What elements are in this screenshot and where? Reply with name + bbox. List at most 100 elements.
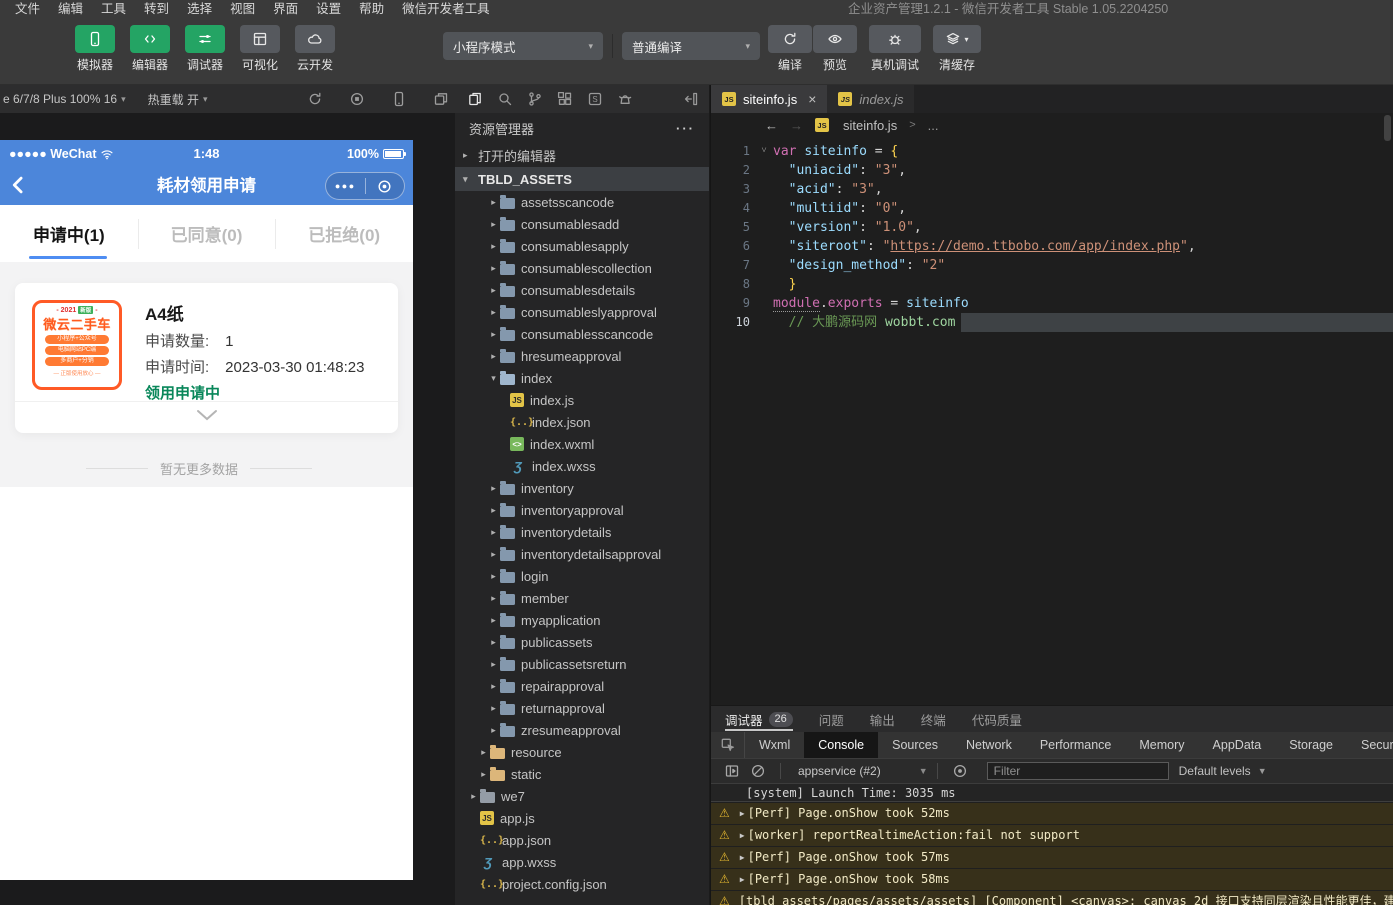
expand-arrow-icon[interactable]: ▶ xyxy=(740,827,745,844)
extensions-icon[interactable] xyxy=(557,91,573,107)
mode-select[interactable]: 小程序模式 ▾ xyxy=(443,32,603,60)
editor-tab-siteinfo.js[interactable]: JSsiteinfo.js× xyxy=(711,85,827,113)
menu-item-9[interactable]: 微信开发者工具 xyxy=(393,0,499,18)
menu-item-3[interactable]: 转到 xyxy=(135,0,178,18)
nav-back-icon[interactable]: ← xyxy=(765,118,778,133)
inspect-element-icon[interactable] xyxy=(711,732,745,758)
live-expression-icon[interactable] xyxy=(952,763,968,779)
tree-item-consumablesapply[interactable]: ▸consumablesapply xyxy=(455,235,709,257)
console-warning-row[interactable]: ⚠▶[Perf] Page.onShow took 57ms xyxy=(711,846,1393,868)
sidebar-toggle-icon[interactable] xyxy=(724,763,740,779)
editor-tab-index.js[interactable]: JSindex.js xyxy=(827,85,914,113)
devtools-tab-security[interactable]: Security xyxy=(1347,732,1393,758)
collapse-sidebar-icon[interactable] xyxy=(683,91,699,107)
tree-item-repairapproval[interactable]: ▸repairapproval xyxy=(455,675,709,697)
menu-item-4[interactable]: 选择 xyxy=(178,0,221,18)
tree-item-app.json[interactable]: {..}app.json xyxy=(455,829,709,851)
action-button-refresh[interactable]: 编译 xyxy=(768,25,812,73)
tree-item-we7[interactable]: ▸we7 xyxy=(455,785,709,807)
menu-item-1[interactable]: 编辑 xyxy=(49,0,92,18)
clear-console-icon[interactable] xyxy=(750,763,766,779)
code-line-2[interactable]: 2 "uniacid": "3", xyxy=(711,161,1393,180)
tree-item-app.wxss[interactable]: Ʒapp.wxss xyxy=(455,851,709,873)
devtools-tab-console[interactable]: Console xyxy=(804,732,878,758)
restart-icon[interactable] xyxy=(307,91,323,107)
more-menu-icon[interactable]: ●●● xyxy=(326,181,365,191)
expand-arrow-icon[interactable]: ▶ xyxy=(740,871,745,888)
menu-item-8[interactable]: 帮助 xyxy=(350,0,393,18)
toolbar-button-phone[interactable]: 模拟器 xyxy=(75,25,115,73)
code-line-8[interactable]: 8 } xyxy=(711,275,1393,294)
code-line-4[interactable]: 4 "multiid": "0", xyxy=(711,199,1393,218)
tree-item-hresumeapproval[interactable]: ▸hresumeapproval xyxy=(455,345,709,367)
menu-item-0[interactable]: 文件 xyxy=(6,0,49,18)
code-line-9[interactable]: 9module.exports = siteinfo xyxy=(711,294,1393,313)
tree-item-consumableslyapproval[interactable]: ▸consumableslyapproval xyxy=(455,301,709,323)
close-icon[interactable]: × xyxy=(808,91,816,107)
breadcrumb-rest[interactable]: ... xyxy=(928,118,939,133)
context-select[interactable]: appservice (#2) xyxy=(798,764,881,778)
action-button-bug[interactable]: 真机调试 xyxy=(869,25,921,73)
tree-item-inventoryapproval[interactable]: ▸inventoryapproval xyxy=(455,499,709,521)
tree-item-zresumeapproval[interactable]: ▸zresumeapproval xyxy=(455,719,709,741)
tree-item-app.js[interactable]: JSapp.js xyxy=(455,807,709,829)
tree-item-static[interactable]: ▸static xyxy=(455,763,709,785)
expand-arrow-icon[interactable]: ▶ xyxy=(740,805,745,822)
toolbar-button-cloud[interactable]: 云开发 xyxy=(295,25,335,73)
tree-item-project.config.json[interactable]: {..}project.config.json xyxy=(455,873,709,895)
tree-item-inventory[interactable]: ▸inventory xyxy=(455,477,709,499)
expand-arrow-icon[interactable]: ▶ xyxy=(740,849,745,866)
more-actions-icon[interactable]: ··· xyxy=(676,121,695,136)
editor-scrollbar[interactable] xyxy=(1384,115,1391,141)
tree-item-resource[interactable]: ▸resource xyxy=(455,741,709,763)
project-root-section[interactable]: ▾ TBLD_ASSETS xyxy=(455,167,709,191)
console-log-row[interactable]: [system] Launch Time: 3035 ms xyxy=(711,786,1393,802)
tree-item-login[interactable]: ▸login xyxy=(455,565,709,587)
devtools-tab-sources[interactable]: Sources xyxy=(878,732,952,758)
toolbar-button-code[interactable]: 编辑器 xyxy=(130,25,170,73)
device-icon[interactable] xyxy=(391,91,407,107)
panel-tab-4[interactable]: 代码质量 xyxy=(972,706,1022,732)
tree-item-index.json[interactable]: {..}index.json xyxy=(455,411,709,433)
breadcrumb-file[interactable]: siteinfo.js xyxy=(843,118,897,133)
open-editors-section[interactable]: ▸ 打开的编辑器 xyxy=(455,143,709,167)
console-warning-row[interactable]: ⚠[tbld_assets/pages/assets/assets] [Comp… xyxy=(711,890,1393,905)
device-select[interactable]: e 6/7/8 Plus 100% 16 xyxy=(0,92,117,106)
console-warning-row[interactable]: ⚠▶[Perf] Page.onShow took 52ms xyxy=(711,802,1393,824)
tree-item-index.js[interactable]: JSindex.js xyxy=(455,389,709,411)
tree-item-publicassets[interactable]: ▸publicassets xyxy=(455,631,709,653)
console-warning-row[interactable]: ⚠▶[Perf] Page.onShow took 58ms xyxy=(711,868,1393,890)
tree-item-returnapproval[interactable]: ▸returnapproval xyxy=(455,697,709,719)
tree-item-consumablesdetails[interactable]: ▸consumablesdetails xyxy=(455,279,709,301)
tree-item-myapplication[interactable]: ▸myapplication xyxy=(455,609,709,631)
panel-tab-0[interactable]: 调试器26 xyxy=(725,706,793,732)
tree-item-member[interactable]: ▸member xyxy=(455,587,709,609)
store-icon[interactable]: S xyxy=(587,91,603,107)
devtools-tab-network[interactable]: Network xyxy=(952,732,1026,758)
detach-window-icon[interactable] xyxy=(433,91,449,107)
panel-tab-2[interactable]: 输出 xyxy=(870,706,895,732)
tree-item-index.wxss[interactable]: Ʒindex.wxss xyxy=(455,455,709,477)
console-warning-row[interactable]: ⚠▶[worker] reportRealtimeAction:fail not… xyxy=(711,824,1393,846)
files-icon[interactable] xyxy=(467,91,483,107)
tree-item-assetsscancode[interactable]: ▸assetsscancode xyxy=(455,191,709,213)
toolbar-button-sliders[interactable]: 调试器 xyxy=(185,25,225,73)
capsule-menu[interactable]: ●●● xyxy=(325,172,405,200)
tree-item-inventorydetails[interactable]: ▸inventorydetails xyxy=(455,521,709,543)
panel-tab-1[interactable]: 问题 xyxy=(819,706,844,732)
tree-item-index.wxml[interactable]: <>index.wxml xyxy=(455,433,709,455)
code-line-6[interactable]: 6 "siteroot": "https://demo.ttbobo.com/a… xyxy=(711,237,1393,256)
cloud-service-icon[interactable] xyxy=(617,91,633,107)
menu-item-5[interactable]: 视图 xyxy=(221,0,264,18)
code-area[interactable]: 1˅var siteinfo = {2 "uniacid": "3",3 "ac… xyxy=(711,137,1393,332)
code-line-10[interactable]: 10 // 大鹏源码网 wobbt.com xyxy=(711,313,1393,332)
tab-1[interactable]: 已同意(0) xyxy=(138,205,276,262)
devtools-tab-wxml[interactable]: Wxml xyxy=(745,732,804,758)
tree-item-inventorydetailsapproval[interactable]: ▸inventorydetailsapproval xyxy=(455,543,709,565)
menu-item-7[interactable]: 设置 xyxy=(307,0,350,18)
tab-2[interactable]: 已拒绝(0) xyxy=(275,205,413,262)
devtools-tab-appdata[interactable]: AppData xyxy=(1199,732,1276,758)
action-button-eye[interactable]: 预览 xyxy=(813,25,857,73)
back-button[interactable] xyxy=(8,175,28,195)
hot-reload-toggle[interactable]: 热重载 开 xyxy=(148,91,199,108)
